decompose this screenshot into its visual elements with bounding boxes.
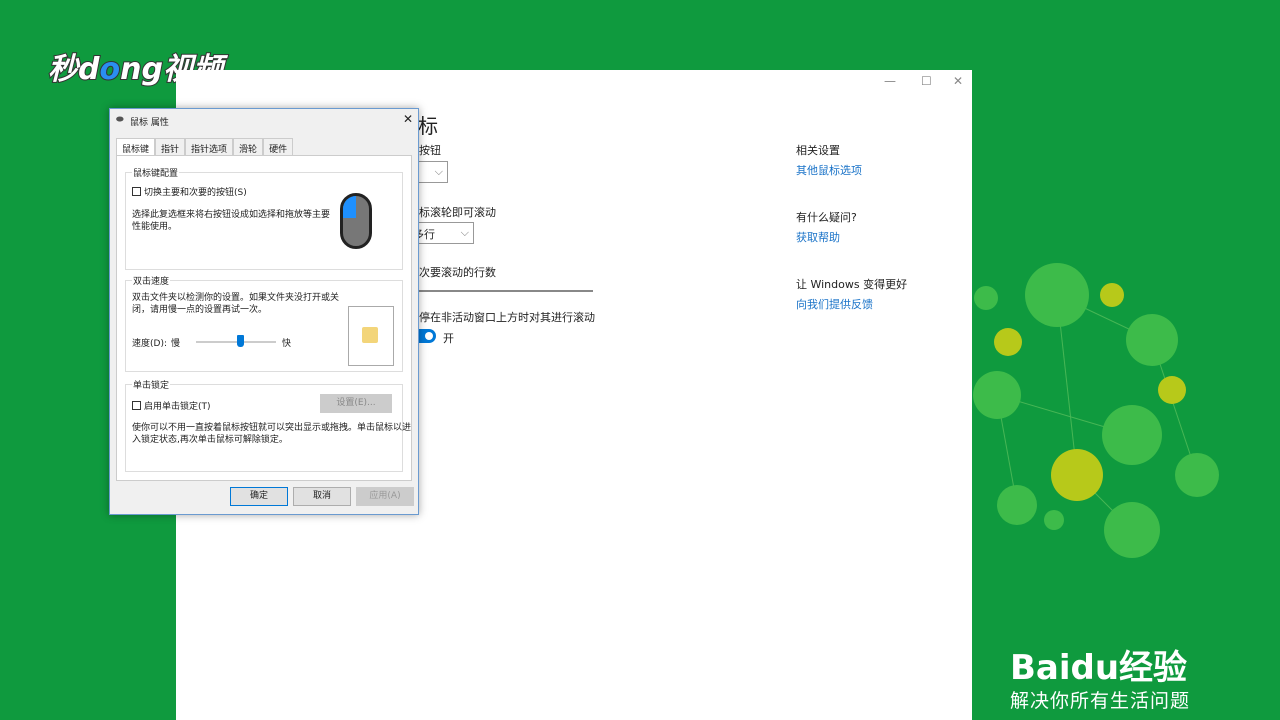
decorative-network-graphic <box>973 263 1219 558</box>
description: 闭，请用慢一点的设置再试一次。 <box>132 305 268 315</box>
group-title: 鼠标键配置 <box>132 166 180 179</box>
slow-label: 慢 <box>171 339 181 349</box>
baidu-brand: Baidu经验 <box>1010 648 1188 688</box>
mouse-image <box>340 193 372 249</box>
test-folder-area[interactable] <box>348 306 394 366</box>
speed-slider-thumb[interactable] <box>237 335 244 347</box>
checkbox-label: 启用单击锁定(T) <box>144 402 211 412</box>
mouse-properties-dialog: ⬬ 鼠标 属性 ✕ 鼠标键 指针 指针选项 滑轮 硬件 鼠标键配置 切换主要和次… <box>109 108 419 515</box>
apply-button[interactable]: 应用(A) <box>356 487 414 506</box>
minimize-icon[interactable]: — <box>884 74 896 88</box>
click-lock-checkbox[interactable]: 启用单击锁定(T) <box>132 399 211 412</box>
click-lock-group: 单击锁定 启用单击锁定(T) 设置(E)... 使你可以不用一直按着鼠标按钮就可… <box>125 378 411 472</box>
baidu-slogan: 解决你所有生活问题 <box>1010 690 1191 712</box>
button-config-group: 鼠标键配置 切换主要和次要的按钮(S) 选择此复选框来将右按钮设成如选择和拖放等… <box>125 166 403 270</box>
improve-heading: 让 Windows 变得更好 <box>796 278 908 291</box>
description: 入锁定状态,再次单击鼠标可解除锁定。 <box>132 435 288 445</box>
ok-button[interactable]: 确定 <box>230 487 288 506</box>
chevron-down-icon: ⌵ <box>434 165 443 178</box>
group-title: 单击锁定 <box>132 378 171 391</box>
group-title: 双击速度 <box>132 274 171 287</box>
other-mouse-options-link[interactable]: 其他鼠标选项 <box>796 162 862 178</box>
cancel-button[interactable]: 取消 <box>293 487 351 506</box>
fast-label: 快 <box>282 339 292 349</box>
close-icon[interactable]: ✕ <box>953 74 963 88</box>
mouse-icon: ⬬ <box>116 115 124 125</box>
speed-label: 速度(D): <box>132 339 167 349</box>
tab-panel: 鼠标键配置 切换主要和次要的按钮(S) 选择此复选框来将右按钮设成如选择和拖放等… <box>116 155 412 481</box>
click-lock-settings-button[interactable]: 设置(E)... <box>320 394 392 413</box>
close-icon[interactable]: ✕ <box>403 112 413 126</box>
description: 性能使用。 <box>132 222 178 232</box>
double-click-group: 双击速度 双击文件夹以检测你的设置。如果文件夹没打开或关 闭，请用慢一点的设置再… <box>125 274 403 372</box>
chevron-down-icon: ⌵ <box>460 226 469 239</box>
feedback-link[interactable]: 向我们提供反馈 <box>796 296 873 312</box>
related-heading: 相关设置 <box>796 144 840 157</box>
folder-icon <box>362 327 378 343</box>
question-heading: 有什么疑问? <box>796 211 857 224</box>
dialog-title: 鼠标 属性 <box>130 118 169 128</box>
maximize-icon[interactable]: ☐ <box>921 74 932 88</box>
checkbox-label: 切换主要和次要的按钮(S) <box>144 188 247 198</box>
toggle-state: 开 <box>443 332 454 345</box>
checkbox-box <box>132 187 141 196</box>
speed-slider-track[interactable] <box>196 341 276 343</box>
get-help-link[interactable]: 获取帮助 <box>796 229 840 245</box>
checkbox-box <box>132 401 141 410</box>
switch-buttons-checkbox[interactable]: 切换主要和次要的按钮(S) <box>132 185 247 198</box>
